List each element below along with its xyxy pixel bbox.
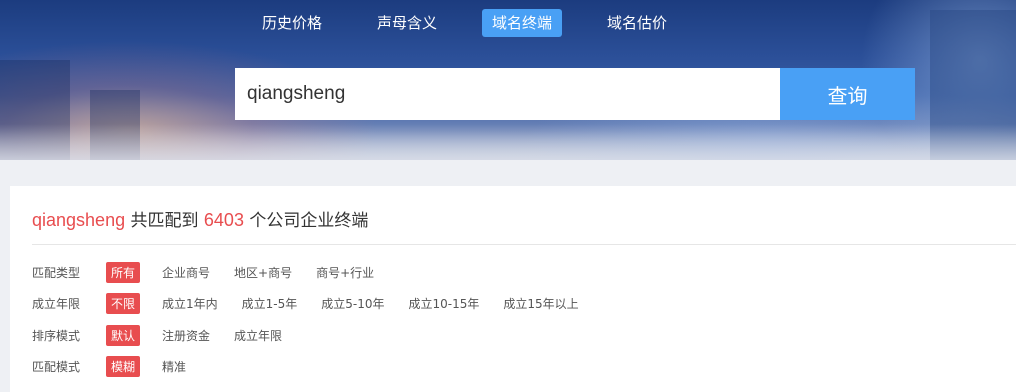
nav-item-domain-terminal[interactable]: 域名终端 <box>482 9 563 37</box>
filter-option-company-name[interactable]: 企业商号 <box>162 264 210 281</box>
filter-option-1-5-years[interactable]: 成立1-5年 <box>242 295 298 312</box>
filter-row-match-type: 匹配类型 所有 企业商号 地区+商号 商号+行业 <box>32 261 398 283</box>
filter-label: 成立年限 <box>32 296 81 311</box>
top-nav: 历史价格 声母含义 域名终端 域名估价 <box>0 9 1016 37</box>
nav-item-initial-meaning[interactable]: 声母含义 <box>367 9 447 37</box>
filter-option-name-industry[interactable]: 商号+行业 <box>316 264 374 281</box>
summary-text-before: 共匹配到 <box>125 211 204 231</box>
filter-label: 排序模式 <box>32 328 81 343</box>
banner-haze <box>0 124 1016 160</box>
filter-row-sort-mode: 排序模式 默认 注册资金 成立年限 <box>32 324 306 346</box>
result-summary: qiangsheng 共匹配到 6403 个公司企业终端 <box>32 206 368 231</box>
filter-option-exact[interactable]: 精准 <box>162 358 186 375</box>
filter-option-unlimited[interactable]: 不限 <box>106 292 141 314</box>
search-input[interactable] <box>235 68 780 120</box>
result-panel: qiangsheng 共匹配到 6403 个公司企业终端 匹配类型 所有 企业商… <box>10 186 1016 392</box>
filter-row-match-mode: 匹配模式 模糊 精准 <box>32 355 210 377</box>
hero-banner: 历史价格 声母含义 域名终端 域名估价 查询 <box>0 0 1016 160</box>
filter-label: 匹配模式 <box>32 359 81 374</box>
filter-option-founded-years[interactable]: 成立年限 <box>234 327 282 344</box>
filter-option-all[interactable]: 所有 <box>106 261 141 283</box>
filter-option-5-10-years[interactable]: 成立5-10年 <box>321 295 384 312</box>
divider <box>32 244 1016 245</box>
filter-option-under-1-year[interactable]: 成立1年内 <box>162 295 218 312</box>
summary-count: 6403 <box>203 210 244 230</box>
filter-option-region-name[interactable]: 地区+商号 <box>234 264 292 281</box>
filter-row-founded-years: 成立年限 不限 成立1年内 成立1-5年 成立5-10年 成立10-15年 成立… <box>32 292 603 314</box>
summary-text-after: 个公司企业终端 <box>243 211 369 231</box>
filter-option-10-15-years[interactable]: 成立10-15年 <box>409 295 480 312</box>
summary-keyword: qiangsheng <box>32 210 126 230</box>
filter-option-fuzzy[interactable]: 模糊 <box>106 355 141 377</box>
filter-option-registered-capital[interactable]: 注册资金 <box>162 327 210 344</box>
filter-option-default[interactable]: 默认 <box>106 324 141 346</box>
filter-label: 匹配类型 <box>32 265 81 280</box>
nav-item-history-price[interactable]: 历史价格 <box>252 9 332 37</box>
filter-option-over-15-years[interactable]: 成立15年以上 <box>503 295 578 312</box>
nav-item-domain-valuation[interactable]: 域名估价 <box>597 9 677 37</box>
search-button[interactable]: 查询 <box>780 68 915 120</box>
